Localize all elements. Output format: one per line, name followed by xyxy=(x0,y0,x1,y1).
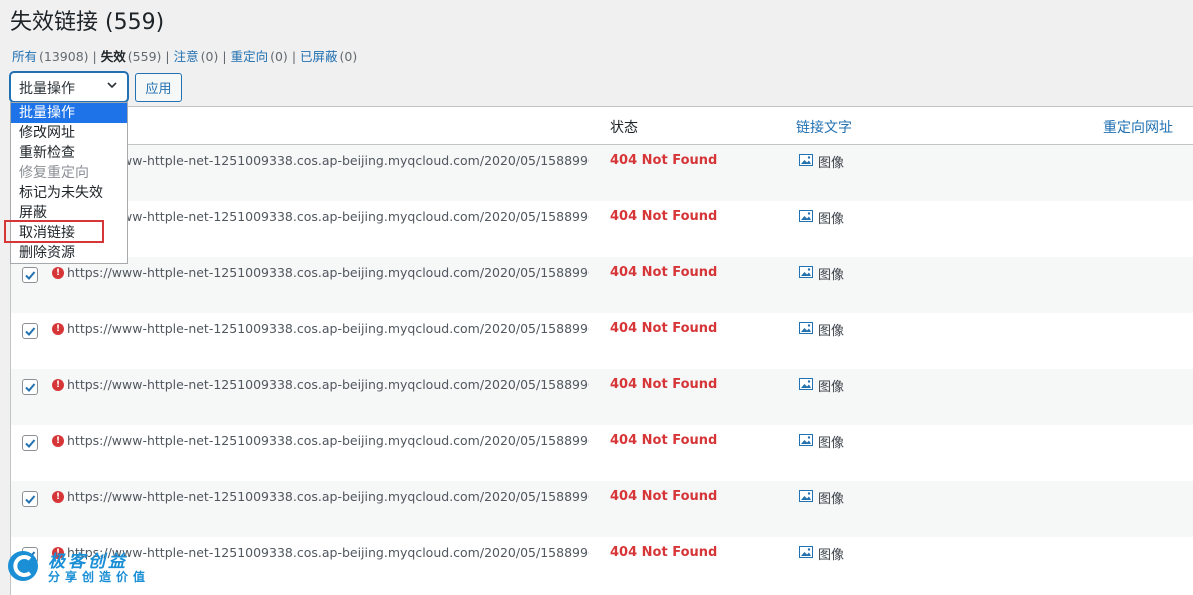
checkmark-icon xyxy=(25,271,36,280)
column-link-text[interactable]: 链接文字 xyxy=(796,117,852,137)
error-icon: ! xyxy=(52,491,64,503)
unlink-highlight-box xyxy=(4,220,104,243)
table-row: !https://www-httple-net-1251009338.cos.a… xyxy=(11,257,1193,313)
filter-all[interactable]: 所有 xyxy=(12,49,37,64)
link-text: 图像 xyxy=(818,268,845,283)
checkmark-icon xyxy=(25,495,36,504)
image-icon xyxy=(799,490,813,502)
error-icon: ! xyxy=(52,435,64,447)
row-checkbox[interactable] xyxy=(22,435,38,451)
link-status: 404 Not Found xyxy=(610,545,718,560)
link-url[interactable]: https://www-httple-net-1251009338.cos.ap… xyxy=(67,377,589,392)
filter-dismissed[interactable]: 已屏蔽 xyxy=(300,49,338,64)
link-text: 图像 xyxy=(818,492,845,507)
row-checkbox[interactable] xyxy=(22,379,38,395)
table-row: !https://www-httple-net-1251009338.cos.a… xyxy=(11,145,1193,201)
table-row: !https://www-httple-net-1251009338.cos.a… xyxy=(11,313,1193,369)
link-status: 404 Not Found xyxy=(610,433,718,448)
watermark-subtitle: 分享创造价值 xyxy=(48,570,151,584)
links-table: 状态 链接文字 重定向网址 !https://www-httple-net-12… xyxy=(10,106,1193,595)
link-status: 404 Not Found xyxy=(610,209,718,224)
table-row: !https://www-httple-net-1251009338.cos.a… xyxy=(11,369,1193,425)
link-status: 404 Not Found xyxy=(610,489,718,504)
link-status: 404 Not Found xyxy=(610,377,718,392)
link-url[interactable]: https://www-httple-net-1251009338.cos.ap… xyxy=(67,321,589,336)
bulk-action-select[interactable]: 批量操作 xyxy=(10,72,128,102)
table-row: !https://www-httple-net-1251009338.cos.a… xyxy=(11,481,1193,537)
table-row: !https://www-httple-net-1251009338.cos.a… xyxy=(11,537,1193,593)
apply-button[interactable]: 应用 xyxy=(135,73,182,102)
image-icon xyxy=(799,434,813,446)
table-row: !https://www-httple-net-1251009338.cos.a… xyxy=(11,201,1193,257)
brand-logo-icon xyxy=(8,551,38,581)
table-header: 状态 链接文字 重定向网址 xyxy=(11,107,1193,145)
row-checkbox[interactable] xyxy=(22,323,38,339)
link-text: 图像 xyxy=(818,436,845,451)
link-url[interactable]: https://www-httple-net-1251009338.cos.ap… xyxy=(67,153,589,168)
link-url[interactable]: https://www-httple-net-1251009338.cos.ap… xyxy=(67,545,589,560)
column-redirect-url[interactable]: 重定向网址 xyxy=(1103,117,1173,137)
option-mark-not-broken[interactable]: 标记为未失效 xyxy=(11,183,127,203)
image-icon xyxy=(799,266,813,278)
link-status: 404 Not Found xyxy=(610,321,718,336)
filter-broken[interactable]: 失效 xyxy=(101,49,126,64)
page-title: 失效链接 (559) xyxy=(10,10,165,35)
chevron-down-icon xyxy=(107,82,117,89)
link-text: 图像 xyxy=(818,548,845,563)
link-text: 图像 xyxy=(818,380,845,395)
bulk-action-value: 批量操作 xyxy=(19,81,75,97)
table-row: !https://www-httple-net-1251009338.cos.a… xyxy=(11,425,1193,481)
checkmark-icon xyxy=(25,383,36,392)
link-status: 404 Not Found xyxy=(610,153,718,168)
link-url[interactable]: https://www-httple-net-1251009338.cos.ap… xyxy=(67,265,589,280)
checkmark-icon xyxy=(25,439,36,448)
column-status: 状态 xyxy=(610,120,638,136)
link-url[interactable]: https://www-httple-net-1251009338.cos.ap… xyxy=(67,489,589,504)
status-filters: 所有 (13908) | 失效 (559) | 注意 (0) | 重定向 (0) | 已屏蔽 (0) xyxy=(12,49,358,64)
error-icon: ! xyxy=(52,267,64,279)
link-url[interactable]: https://www-httple-net-1251009338.cos.ap… xyxy=(67,433,589,448)
row-checkbox[interactable] xyxy=(22,491,38,507)
link-text: 图像 xyxy=(818,212,845,227)
image-icon xyxy=(799,154,813,166)
link-url[interactable]: https://www-httple-net-1251009338.cos.ap… xyxy=(67,209,589,224)
image-icon xyxy=(799,378,813,390)
option-fix-redirect: 修复重定向 xyxy=(19,165,89,181)
option-recheck[interactable]: 重新检查 xyxy=(11,143,127,163)
row-checkbox[interactable] xyxy=(22,267,38,283)
filter-redirect[interactable]: 重定向 xyxy=(231,49,269,64)
option-delete-source[interactable]: 删除资源 xyxy=(11,243,127,263)
image-icon xyxy=(799,546,813,558)
filter-warning[interactable]: 注意 xyxy=(174,49,199,64)
error-icon: ! xyxy=(52,323,64,335)
image-icon xyxy=(799,322,813,334)
link-text: 图像 xyxy=(818,324,845,339)
image-icon xyxy=(799,210,813,222)
error-icon: ! xyxy=(52,379,64,391)
link-status: 404 Not Found xyxy=(610,265,718,280)
checkmark-icon xyxy=(25,327,36,336)
link-text: 图像 xyxy=(818,156,845,171)
option-bulk-actions[interactable]: 批量操作 xyxy=(11,103,127,123)
option-edit-url[interactable]: 修改网址 xyxy=(11,123,127,143)
